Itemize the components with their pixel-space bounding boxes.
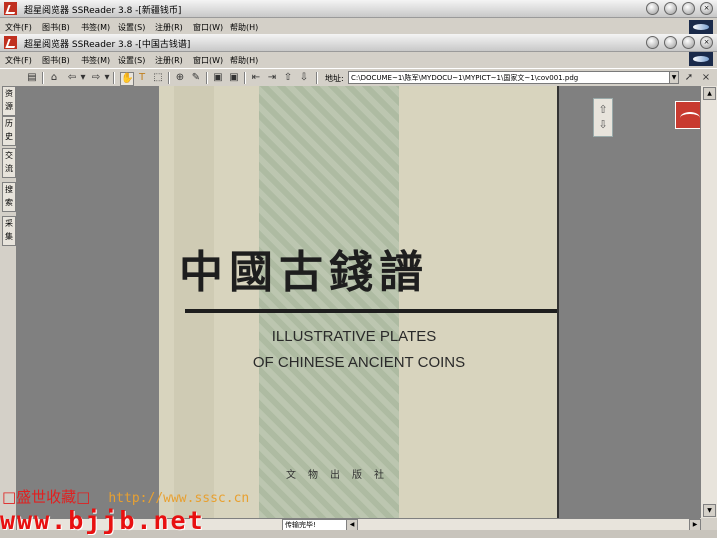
menu-help[interactable]: 帮助(H) [230, 55, 258, 66]
toolbar-separator [316, 72, 318, 84]
menu-register[interactable]: 注册(R) [155, 55, 183, 66]
highlight-icon[interactable]: ✎ [190, 72, 202, 84]
tab-resources[interactable]: 资源 [2, 86, 16, 116]
main-toolbar: ▤ ⌂ ⇦ ▾ ⇨ ▾ ✋ T ⬚ ⊕ ✎ ▣ ▣ ⇤ ⇥ ⇧ ⇩ 地址: C:… [0, 68, 717, 88]
zoom-icon[interactable]: ⊕ [174, 72, 186, 84]
app-icon [4, 2, 17, 15]
watermark-url: http://www.sssc.cn [108, 491, 250, 506]
cover-rule [185, 309, 557, 313]
tab-history[interactable]: 历史 [2, 116, 16, 146]
cover-title-chinese: 中國古錢譜 [179, 247, 429, 298]
hand-icon[interactable]: ✋ [120, 72, 134, 86]
page-nav-panel: ⇧ ⇩ [593, 98, 613, 137]
address-dropdown-button[interactable]: ▼ [669, 71, 679, 84]
home-icon[interactable]: ⌂ [48, 72, 60, 84]
vertical-scrollbar[interactable]: ▲ ▼ [700, 86, 717, 518]
tab-label: 采集 [5, 219, 13, 241]
tab-label: 交流 [5, 151, 13, 173]
panel-icon[interactable]: ▤ [26, 72, 38, 84]
menu-window[interactable]: 窗口(W) [193, 22, 223, 33]
menu-book[interactable]: 图书(B) [42, 22, 70, 33]
arrow-down-icon[interactable]: ⇩ [298, 72, 310, 84]
scroll-down-icon[interactable]: ▼ [703, 504, 716, 517]
book-cover-page: 中國古錢譜 ILLUSTRATIVE PLATES OF CHINESE ANC… [159, 86, 559, 518]
arrow-up-icon[interactable]: ⇧ [282, 72, 294, 84]
restore-button[interactable] [682, 2, 695, 15]
left-sidebar: 资源 历史 交流 搜索 采集 [0, 86, 17, 538]
menu-settings[interactable]: 设置(S) [118, 22, 145, 33]
fit-width-icon[interactable]: ▣ [212, 72, 224, 84]
address-input[interactable]: C:\DOCUME~1\陈军\MYDOCU~1\MYPICT~1\国家文~1\c… [348, 71, 670, 84]
window2-title: 超星阅览器 SSReader 3.8 -[中国古钱谱] [24, 40, 191, 50]
close-button[interactable]: × [700, 36, 713, 49]
minimize-button[interactable] [646, 2, 659, 15]
select-icon[interactable]: ⬚ [152, 72, 164, 84]
menu-register[interactable]: 注册(R) [155, 22, 183, 33]
window1-title: 超星阅览器 SSReader 3.8 -[新疆钱币] [24, 6, 182, 16]
fit-page-icon[interactable]: ▣ [228, 72, 240, 84]
window1-menubar: 文件(F) 图书(B) 书签(M) 设置(S) 注册(R) 窗口(W) 帮助(H… [0, 19, 717, 34]
menu-bookmark[interactable]: 书签(M) [81, 55, 110, 66]
maximize-button[interactable] [664, 2, 677, 15]
tab-label: 搜索 [5, 185, 13, 207]
menu-help[interactable]: 帮助(H) [230, 22, 258, 33]
toolbar-separator [206, 72, 208, 84]
window1-titlebar[interactable]: 超星阅览器 SSReader 3.8 -[新疆钱币] × [0, 0, 717, 18]
text-tool-icon[interactable]: T [136, 72, 148, 84]
chevron-down-icon[interactable]: ▾ [101, 72, 113, 84]
menu-settings[interactable]: 设置(S) [118, 55, 145, 66]
first-page-icon[interactable]: ⇤ [250, 72, 262, 84]
menu-window[interactable]: 窗口(W) [193, 55, 223, 66]
minimize-button[interactable] [646, 36, 659, 49]
tab-label: 历史 [5, 119, 13, 141]
toolbar-separator [168, 72, 170, 84]
cover-band-left [174, 86, 214, 518]
menu-file[interactable]: 文件(F) [5, 22, 32, 33]
toolbar-separator [244, 72, 246, 84]
chevron-down-icon[interactable]: ▾ [77, 72, 89, 84]
go-icon[interactable]: ➚ [683, 72, 695, 84]
toolbar-separator [113, 72, 115, 84]
menu-bookmark[interactable]: 书签(M) [81, 22, 110, 33]
page-down-icon[interactable]: ⇩ [597, 118, 609, 132]
menu-file[interactable]: 文件(F) [5, 55, 32, 66]
watermark-line2: www.bjjb.net [0, 506, 205, 535]
watermark-line1: □盛世收藏□ http://www.sssc.cn [2, 486, 249, 507]
tab-label: 资源 [5, 89, 13, 111]
window2-titlebar[interactable]: 超星阅览器 SSReader 3.8 -[中国古钱谱] × [0, 34, 717, 52]
close-icon[interactable]: × [700, 72, 712, 84]
last-page-icon[interactable]: ⇥ [266, 72, 278, 84]
tab-collect[interactable]: 采集 [2, 216, 16, 246]
app-icon [4, 36, 17, 49]
cover-title-english-2: OF CHINESE ANCIENT COINS [252, 354, 466, 371]
menu-book[interactable]: 图书(B) [42, 55, 70, 66]
cover-title-english-1: ILLUSTRATIVE PLATES [271, 328, 437, 345]
maximize-button[interactable] [664, 36, 677, 49]
address-label: 地址: [325, 74, 344, 83]
scroll-up-icon[interactable]: ▲ [703, 87, 716, 100]
cover-pattern-band [259, 86, 399, 518]
ssreader-logo-icon [689, 20, 713, 34]
tab-exchange[interactable]: 交流 [2, 148, 16, 178]
restore-button[interactable] [682, 36, 695, 49]
page-up-icon[interactable]: ⇧ [597, 103, 609, 117]
ssreader-logo-icon [689, 52, 713, 66]
document-viewer[interactable]: 中國古錢譜 ILLUSTRATIVE PLATES OF CHINESE ANC… [17, 86, 700, 518]
cover-publisher: 文物出版社 [286, 470, 396, 481]
toolbar-separator [42, 72, 44, 84]
window2-menubar: 文件(F) 图书(B) 书签(M) 设置(S) 注册(R) 窗口(W) 帮助(H… [0, 52, 717, 67]
close-button[interactable]: × [700, 2, 713, 15]
watermark-text: □盛世收藏□ [2, 488, 91, 506]
tab-search[interactable]: 搜索 [2, 182, 16, 212]
